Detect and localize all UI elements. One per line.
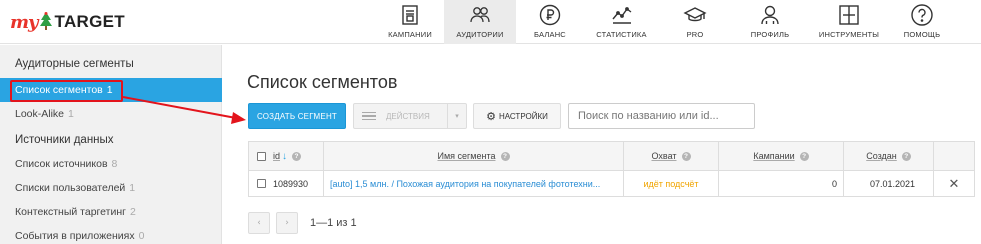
nav-label: ПРОФИЛЬ [750, 30, 790, 39]
nav-label: КАМПАНИИ [388, 30, 432, 39]
sidebar-item-label: Списки пользователей [15, 182, 126, 194]
nav-label: БАЛАНС [534, 30, 566, 39]
sidebar-item-label: Look-Alike [15, 108, 65, 120]
sidebar-item-count: 1 [129, 182, 136, 194]
actions-label: ДЕЙСТВИЯ [386, 111, 430, 121]
pagination-next-button[interactable]: › [276, 212, 298, 234]
sidebar-item-count: 1 [68, 108, 74, 120]
cell-name: [auto] 1,5 млн. / Похожая аудитория на п… [324, 171, 624, 196]
sidebar-item-context-targeting[interactable]: Контекстный таргетинг 2 [0, 200, 222, 224]
sidebar-item-label: Список источников [15, 158, 108, 170]
help-icon[interactable]: ? [292, 151, 302, 161]
sidebar-item-count: 1 [106, 84, 113, 96]
help-icon[interactable]: ? [500, 151, 510, 161]
graduation-cap-icon [683, 7, 707, 22]
column-label: Создан [866, 151, 897, 161]
settings-label: НАСТРОЙКИ [498, 111, 548, 121]
create-segment-button[interactable]: СОЗДАТЬ СЕГМЕНТ [248, 103, 346, 129]
cell-actions: ✕ [934, 171, 974, 196]
reach-status: идёт подсчёт [643, 178, 699, 189]
balance-icon [539, 4, 561, 26]
sidebar-item-app-events[interactable]: События в приложениях 0 [0, 224, 222, 244]
page: my TARGET КАМПАНИИ АУДИТОРИИ БАЛАНС СТАТ… [0, 0, 981, 244]
column-label: id [273, 151, 281, 161]
sidebar: Аудиторные сегменты Список сегментов 1 L… [0, 45, 222, 244]
profile-icon [761, 5, 779, 25]
nav-label: СТАТИСТИКА [596, 30, 647, 39]
nav-campaigns[interactable]: КАМПАНИИ [376, 0, 444, 44]
tools-icon [839, 5, 859, 25]
created-date: 07.01.2021 [869, 178, 915, 189]
logo-target: TARGET [54, 12, 125, 31]
sidebar-item-label: Список сегментов [15, 84, 103, 96]
help-icon[interactable]: ? [799, 151, 809, 161]
sort-arrow-icon: ↓ [282, 150, 288, 162]
nav-statistics[interactable]: СТАТИСТИКА [584, 0, 659, 44]
nav-audiences[interactable]: АУДИТОРИИ [444, 0, 516, 44]
column-header-campaigns[interactable]: Кампании ? [719, 142, 844, 170]
row-checkbox[interactable] [257, 179, 266, 188]
nav-balance[interactable]: БАЛАНС [516, 0, 584, 44]
pagination-info: 1—1 из 1 [310, 217, 357, 229]
column-label: Охват [651, 151, 677, 161]
column-header-reach[interactable]: Охват ? [624, 142, 719, 170]
column-header-name[interactable]: Имя сегмента ? [324, 142, 624, 170]
audiences-icon [470, 7, 490, 23]
sidebar-item-count: 2 [129, 206, 136, 218]
search-input[interactable] [568, 103, 755, 129]
sidebar-item-count: 8 [111, 158, 118, 170]
page-title: Список сегментов [247, 72, 398, 92]
help-icon[interactable]: ? [681, 151, 691, 161]
sidebar-item-label: Контекстный таргетинг [15, 206, 126, 218]
sidebar-section-title: Аудиторные сегменты [15, 58, 134, 70]
cell-id: 1089930 [249, 171, 324, 196]
pagination-prev-button[interactable]: ‹ [248, 212, 270, 234]
nav-tools[interactable]: ИНСТРУМЕНТЫ [809, 0, 889, 44]
nav-pro[interactable]: PRO [659, 0, 731, 44]
nav-profile[interactable]: ПРОФИЛЬ [731, 0, 809, 44]
segment-name-link[interactable]: [auto] 1,5 млн. / Похожая аудитория на п… [330, 179, 600, 189]
help-icon[interactable]: ? [901, 151, 911, 161]
nav-label: ИНСТРУМЕНТЫ [818, 30, 880, 39]
sidebar-item-sources[interactable]: Список источников 8 [0, 152, 222, 176]
campaigns-count: 0 [831, 178, 837, 189]
logo-my: my [10, 11, 38, 33]
nav-help[interactable]: ПОМОЩЬ [889, 0, 955, 44]
cell-campaigns: 0 [719, 171, 844, 196]
gear-icon: ⚙ [486, 110, 496, 123]
actions-dropdown[interactable]: ДЕЙСТВИЯ ▾ [353, 103, 467, 129]
column-header-created[interactable]: Создан ? [844, 142, 934, 170]
nav-label: АУДИТОРИИ [456, 30, 504, 39]
column-label: Имя сегмента [437, 151, 496, 161]
mytarget-logo[interactable]: my TARGET [10, 10, 125, 34]
cell-reach: идёт подсчёт [624, 171, 719, 196]
sidebar-item-user-lists[interactable]: Списки пользователей 1 [0, 176, 222, 200]
segment-id: 1089930 [273, 178, 309, 189]
column-header-actions [934, 142, 974, 170]
sidebar-item-label: События в приложениях [15, 230, 135, 242]
menu-icon [362, 110, 376, 123]
top-header: my TARGET КАМПАНИИ АУДИТОРИИ БАЛАНС СТАТ… [0, 0, 981, 44]
nav-label: PRO [686, 30, 704, 39]
sidebar-item-segment-list[interactable]: Список сегментов 1 [0, 78, 222, 102]
cell-created: 07.01.2021 [844, 171, 934, 196]
column-header-id[interactable]: id ↓ ? [249, 142, 324, 170]
sidebar-item-count: 0 [138, 230, 145, 242]
table-header-row: id ↓ ? Имя сегмента ? Охват ? Кампании ?… [249, 142, 974, 171]
settings-button[interactable]: ⚙ НАСТРОЙКИ [473, 103, 561, 129]
sidebar-section-title: Источники данных [15, 134, 114, 146]
close-icon[interactable]: ✕ [949, 176, 960, 192]
segments-table: id ↓ ? Имя сегмента ? Охват ? Кампании ?… [248, 141, 975, 197]
column-label: Кампании [753, 151, 795, 161]
chevron-down-icon[interactable]: ▾ [447, 104, 466, 128]
table-row[interactable]: 1089930 [auto] 1,5 млн. / Похожая аудито… [249, 171, 974, 196]
statistics-icon [611, 7, 631, 24]
christmas-tree-icon [39, 12, 52, 30]
select-all-checkbox[interactable] [257, 151, 266, 161]
nav-label: ПОМОЩЬ [903, 30, 941, 39]
campaigns-icon [402, 5, 418, 25]
sidebar-item-look-alike[interactable]: Look-Alike 1 [0, 102, 222, 126]
main-nav: КАМПАНИИ АУДИТОРИИ БАЛАНС СТАТИСТИКА PRO… [376, 0, 955, 44]
help-icon [911, 4, 933, 26]
